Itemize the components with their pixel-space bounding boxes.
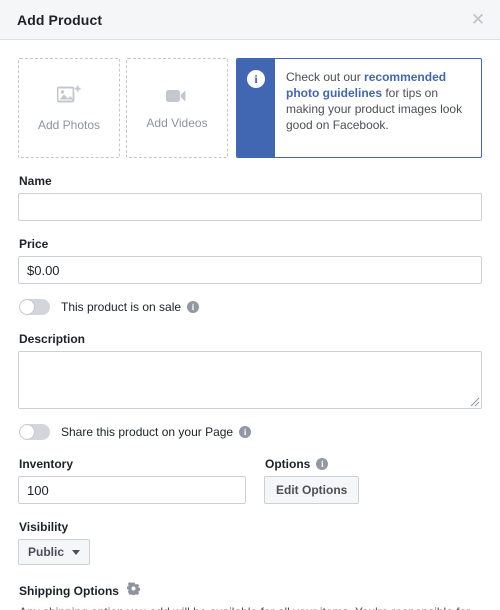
dialog-body: Add Photos Add Videos i Check out our re… bbox=[0, 40, 500, 610]
inventory-options-row: Inventory Options i Edit Options bbox=[18, 457, 482, 504]
shipping-desc-before: Any shipping option you add will be avai… bbox=[19, 605, 470, 610]
infobox-text: Check out our recommended photo guidelin… bbox=[275, 59, 481, 157]
description-wrapper bbox=[18, 351, 482, 409]
options-info-icon[interactable]: i bbox=[316, 458, 329, 470]
dialog-title: Add Product bbox=[17, 11, 103, 28]
add-photos-dropzone[interactable]: Add Photos bbox=[18, 58, 120, 158]
close-icon[interactable]: ✕ bbox=[468, 10, 488, 30]
info-icon: i bbox=[247, 70, 265, 88]
visibility-selected-value: Public bbox=[28, 545, 65, 559]
name-label: Name bbox=[19, 174, 52, 188]
options-label: Options bbox=[265, 457, 311, 471]
infobox-text-before: Check out our bbox=[286, 70, 365, 84]
share-on-page-toggle[interactable] bbox=[19, 424, 50, 440]
shipping-options-title: Shipping Options bbox=[19, 584, 119, 598]
inventory-label: Inventory bbox=[19, 457, 74, 471]
on-sale-row: This product is on sale i bbox=[19, 298, 482, 316]
edit-options-button[interactable]: Edit Options bbox=[264, 476, 360, 504]
on-sale-toggle[interactable] bbox=[19, 299, 50, 315]
price-input[interactable] bbox=[18, 256, 482, 284]
name-input[interactable] bbox=[18, 193, 482, 221]
add-videos-label: Add Videos bbox=[146, 115, 208, 130]
gear-icon[interactable] bbox=[126, 582, 141, 600]
options-label-row: Options i bbox=[265, 457, 359, 471]
visibility-label: Visibility bbox=[19, 520, 69, 534]
add-product-dialog: Add Product ✕ Add Photos Add Videos i Ch… bbox=[0, 0, 500, 610]
inventory-column: Inventory bbox=[18, 457, 246, 504]
options-column: Options i Edit Options bbox=[264, 457, 360, 504]
on-sale-info-icon[interactable]: i bbox=[187, 301, 200, 313]
media-upload-row: Add Photos Add Videos i Check out our re… bbox=[18, 58, 482, 158]
share-on-page-row: Share this product on your Page i bbox=[19, 423, 482, 441]
inventory-input[interactable] bbox=[18, 476, 246, 504]
shipping-options-header: Shipping Options bbox=[19, 582, 482, 600]
add-videos-dropzone[interactable]: Add Videos bbox=[126, 58, 228, 158]
add-photos-label: Add Photos bbox=[37, 117, 101, 132]
chevron-down-icon bbox=[72, 549, 81, 555]
toggle-knob bbox=[20, 425, 34, 439]
share-on-page-info-icon[interactable]: i bbox=[239, 426, 252, 438]
visibility-select[interactable]: Public bbox=[18, 539, 91, 565]
price-label: Price bbox=[19, 237, 49, 251]
description-textarea[interactable] bbox=[18, 351, 482, 409]
toggle-knob bbox=[20, 300, 34, 314]
add-photo-icon bbox=[56, 84, 81, 111]
infobox-accent-strip: i bbox=[237, 59, 275, 157]
video-camera-icon bbox=[165, 87, 189, 109]
on-sale-label: This product is on sale bbox=[61, 300, 182, 314]
share-on-page-label: Share this product on your Page bbox=[61, 425, 234, 439]
dialog-header: Add Product ✕ bbox=[0, 0, 500, 40]
description-label: Description bbox=[19, 332, 86, 346]
shipping-options-description: Any shipping option you add will be avai… bbox=[19, 604, 482, 610]
photo-guidelines-infobox: i Check out our recommended photo guidel… bbox=[236, 58, 482, 158]
